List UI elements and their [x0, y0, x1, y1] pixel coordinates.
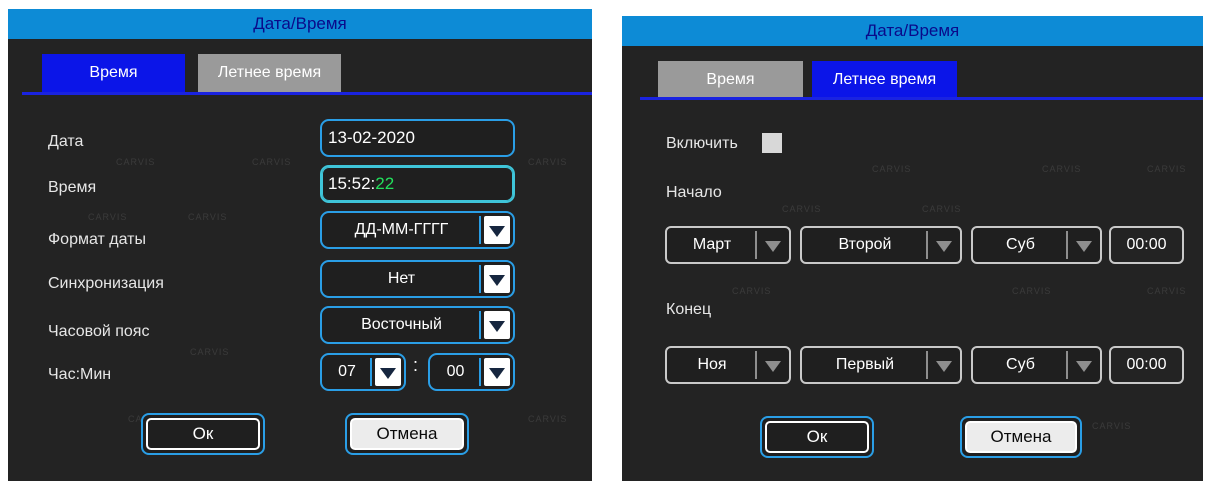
- dropdown-divider: [370, 358, 372, 386]
- chevron-down-icon[interactable]: [931, 351, 957, 379]
- tab-underline: [640, 97, 1203, 100]
- start-month-dropdown[interactable]: Март: [665, 226, 791, 264]
- ok-button[interactable]: Ок: [760, 416, 874, 458]
- watermark: CARVIS: [1147, 286, 1187, 296]
- time-seconds: 22: [375, 174, 395, 193]
- chevron-down-icon[interactable]: [484, 358, 510, 386]
- watermark: CARVIS: [1147, 164, 1187, 174]
- dropdown-divider: [926, 351, 928, 379]
- watermark: CARVIS: [188, 212, 228, 222]
- chevron-down-icon[interactable]: [1071, 351, 1097, 379]
- watermark: CARVIS: [116, 157, 156, 167]
- date-field[interactable]: 13-02-2020: [320, 119, 515, 157]
- time-label: Время: [48, 179, 97, 196]
- watermark: CARVIS: [1012, 286, 1052, 296]
- chevron-down-icon[interactable]: [931, 231, 957, 259]
- end-month-dropdown[interactable]: Ноя: [665, 346, 791, 384]
- hour-dropdown[interactable]: 07: [320, 353, 406, 391]
- chevron-down-icon[interactable]: [484, 216, 510, 244]
- chevron-down-icon[interactable]: [375, 358, 401, 386]
- watermark: CARVIS: [190, 347, 230, 357]
- end-week-value: Первый: [835, 356, 895, 373]
- end-day-dropdown[interactable]: Суб: [971, 346, 1102, 384]
- tab-time[interactable]: Время: [658, 61, 803, 99]
- time-separator: :: [413, 355, 419, 375]
- date-format-dropdown[interactable]: ДД-ММ-ГГГГ: [320, 211, 515, 249]
- enable-label: Включить: [666, 135, 738, 152]
- sync-dropdown[interactable]: Нет: [320, 260, 515, 298]
- dropdown-divider: [479, 358, 481, 386]
- end-week-dropdown[interactable]: Первый: [800, 346, 962, 384]
- dropdown-divider: [1066, 351, 1068, 379]
- watermark: CARVIS: [528, 414, 568, 424]
- dropdown-divider: [1066, 231, 1068, 259]
- watermark: CARVIS: [872, 164, 912, 174]
- hour-value: 07: [338, 363, 356, 380]
- watermark: CARVIS: [1092, 421, 1132, 431]
- start-month-value: Март: [692, 236, 732, 253]
- timezone-dropdown[interactable]: Восточный: [320, 306, 515, 344]
- minute-dropdown[interactable]: 00: [428, 353, 515, 391]
- timezone-value: Восточный: [361, 316, 442, 333]
- date-label: Дата: [48, 133, 84, 150]
- start-day-value: Суб: [1006, 236, 1035, 253]
- enable-checkbox[interactable]: [762, 133, 782, 153]
- cancel-button[interactable]: Отмена: [960, 416, 1082, 458]
- timezone-label: Часовой пояс: [48, 323, 150, 340]
- watermark: CARVIS: [528, 157, 568, 167]
- cancel-button-label: Отмена: [350, 418, 464, 450]
- start-week-value: Второй: [838, 236, 892, 253]
- start-day-dropdown[interactable]: Суб: [971, 226, 1102, 264]
- tab-time[interactable]: Время: [42, 54, 185, 92]
- ok-button-label: Ок: [765, 421, 869, 453]
- date-format-label: Формат даты: [48, 231, 146, 248]
- date-format-value: ДД-ММ-ГГГГ: [354, 221, 449, 238]
- hour-minute-label: Час:Мин: [48, 366, 112, 383]
- watermark: CARVIS: [922, 204, 962, 214]
- chevron-down-icon[interactable]: [484, 265, 510, 293]
- minute-value: 00: [446, 363, 465, 380]
- panel-title: Дата/Время: [8, 9, 592, 39]
- cancel-button-label: Отмена: [965, 421, 1077, 453]
- tab-underline: [22, 92, 592, 95]
- watermark: CARVIS: [1042, 164, 1082, 174]
- watermark: CARVIS: [732, 286, 772, 296]
- end-time-field[interactable]: 00:00: [1109, 346, 1184, 384]
- dropdown-divider: [479, 311, 481, 339]
- start-label: Начало: [666, 184, 722, 201]
- dropdown-divider: [479, 216, 481, 244]
- time-field[interactable]: 15:52:22: [320, 165, 515, 203]
- end-month-value: Ноя: [697, 356, 727, 373]
- start-time-field[interactable]: 00:00: [1109, 226, 1184, 264]
- panel-title: Дата/Время: [622, 16, 1203, 46]
- watermark: CARVIS: [88, 212, 128, 222]
- chevron-down-icon[interactable]: [760, 231, 786, 259]
- ok-button-label: Ок: [146, 418, 260, 450]
- dropdown-divider: [479, 265, 481, 293]
- tab-summer-time[interactable]: Летнее время: [198, 54, 341, 92]
- dropdown-divider: [755, 231, 757, 259]
- tab-summer-time[interactable]: Летнее время: [812, 61, 957, 99]
- sync-label: Синхронизация: [48, 275, 164, 292]
- chevron-down-icon[interactable]: [484, 311, 510, 339]
- watermark: CARVIS: [252, 157, 292, 167]
- time-hours-minutes: 15:52:: [328, 174, 376, 193]
- chevron-down-icon[interactable]: [1071, 231, 1097, 259]
- dropdown-divider: [755, 351, 757, 379]
- end-label: Конец: [666, 301, 712, 318]
- summer-time-panel: Дата/Время Время Летнее время CARVIS CAR…: [622, 16, 1203, 481]
- end-day-value: Суб: [1006, 356, 1035, 373]
- sync-value: Нет: [387, 270, 416, 287]
- chevron-down-icon[interactable]: [760, 351, 786, 379]
- datetime-panel: Дата/Время Время Летнее время CARVIS CAR…: [8, 9, 592, 481]
- watermark: CARVIS: [782, 204, 822, 214]
- cancel-button[interactable]: Отмена: [345, 413, 469, 455]
- start-week-dropdown[interactable]: Второй: [800, 226, 962, 264]
- dropdown-divider: [926, 231, 928, 259]
- ok-button[interactable]: Ок: [141, 413, 265, 455]
